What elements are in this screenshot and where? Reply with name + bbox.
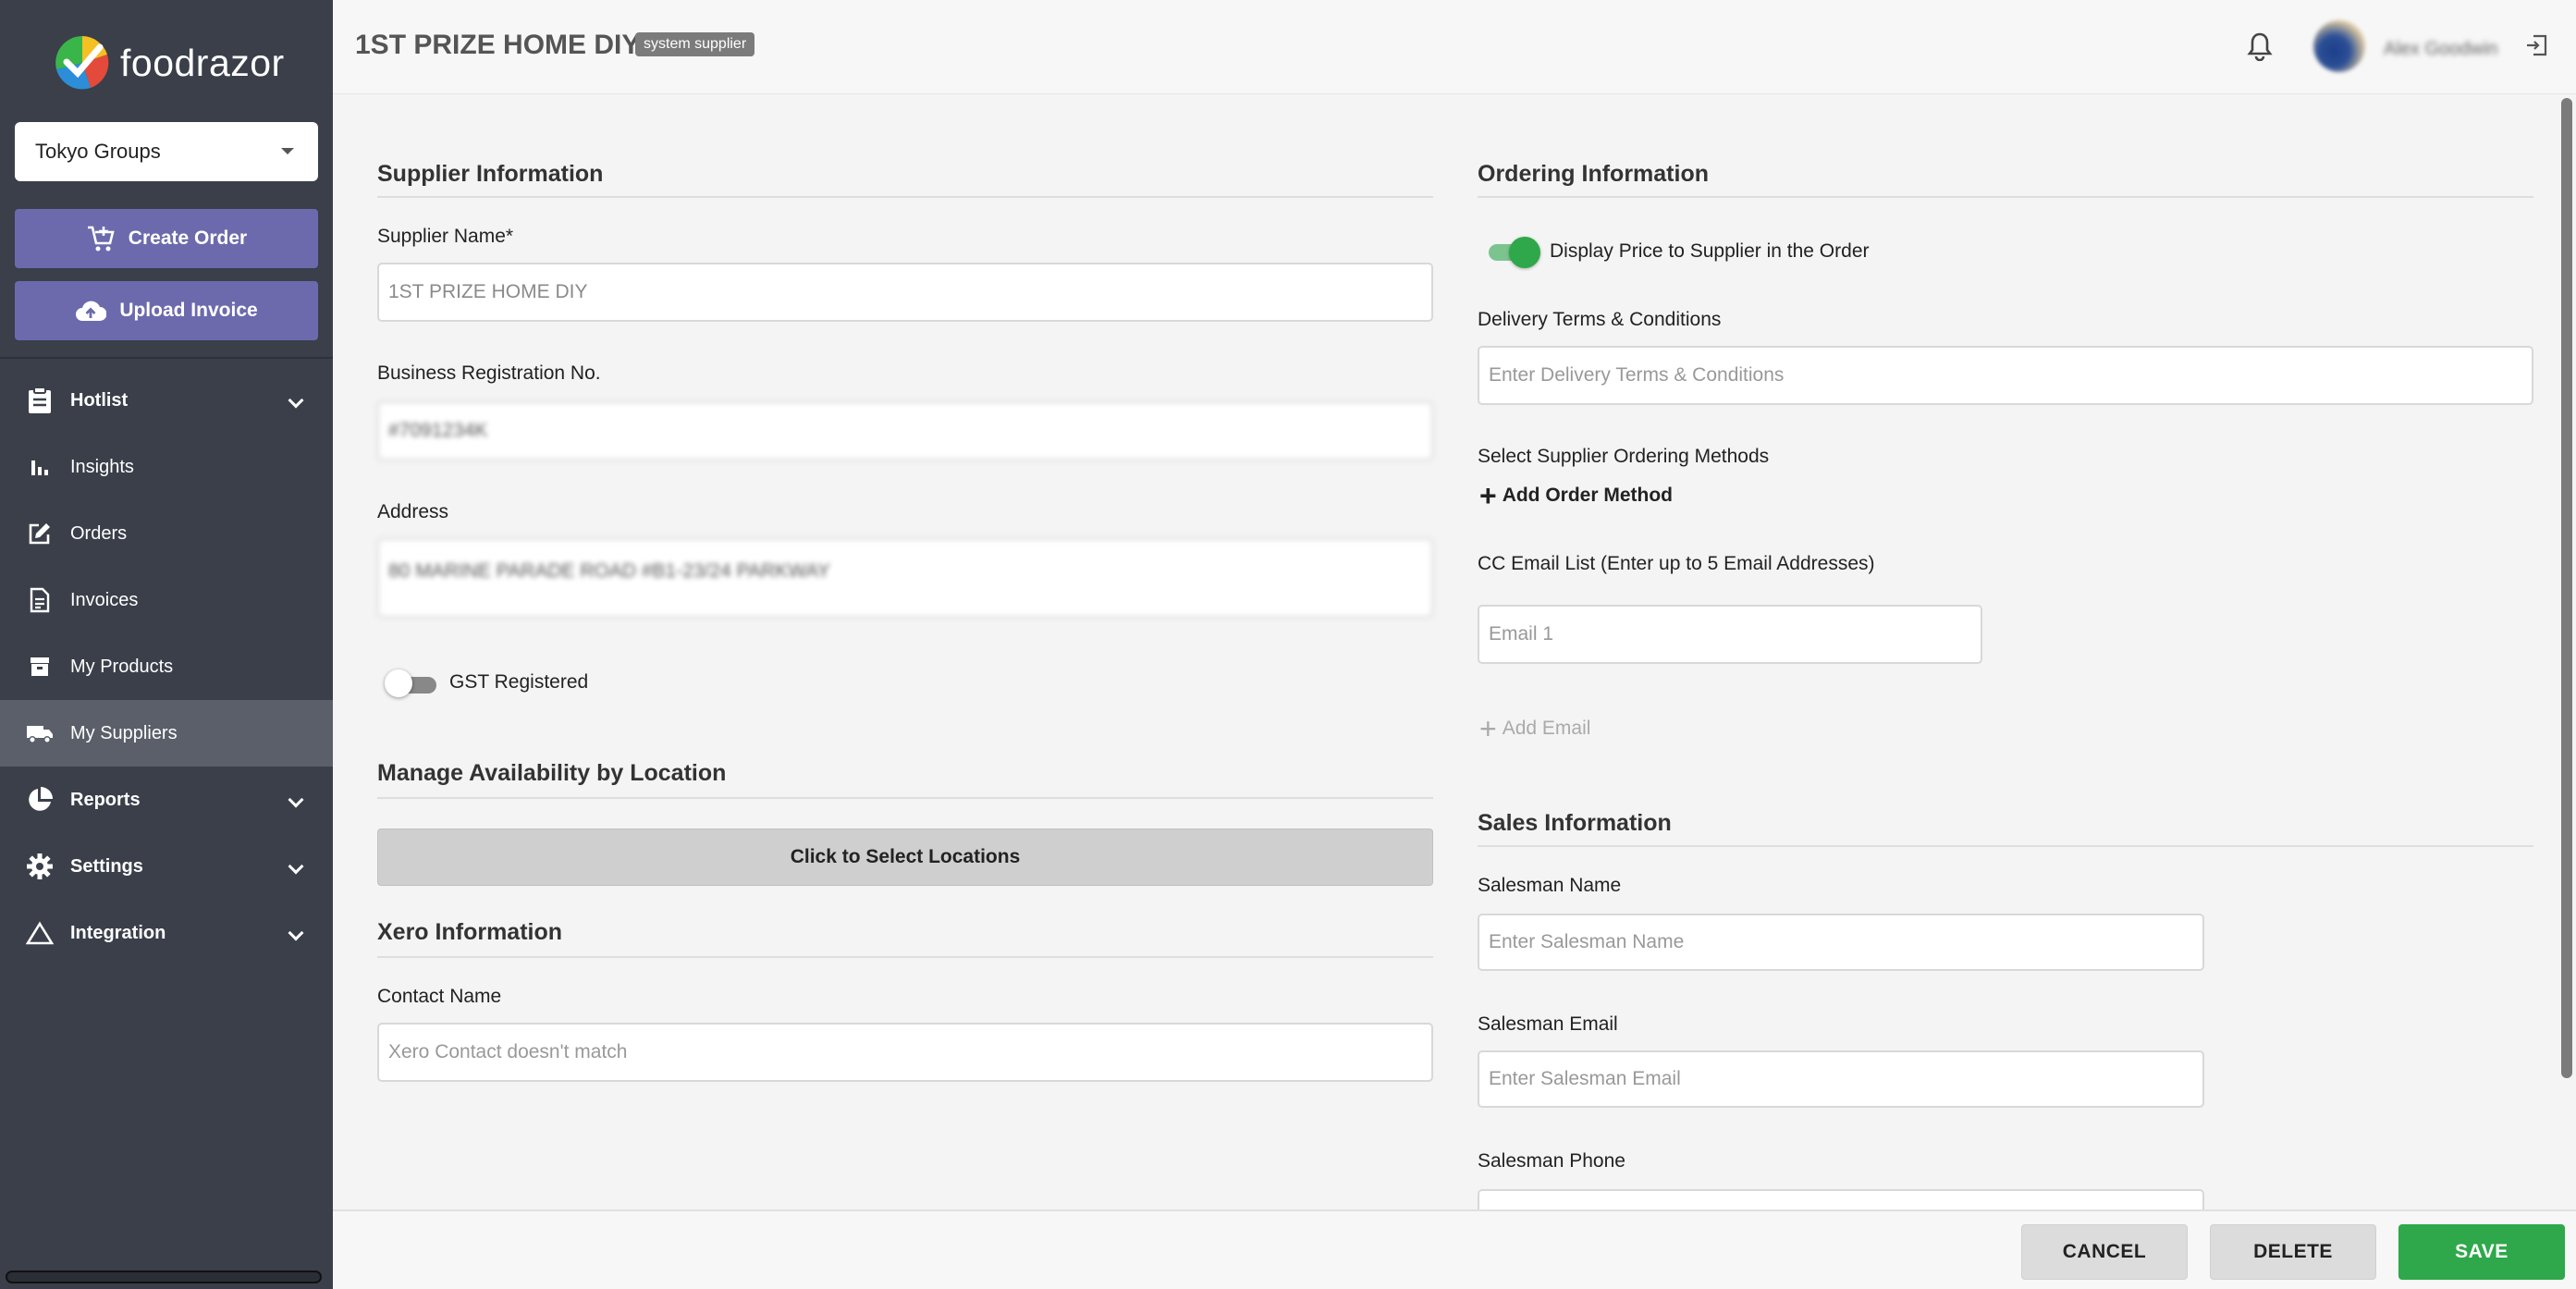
- sidebar-item-label: Orders: [70, 522, 128, 544]
- salesman-name-input[interactable]: Enter Salesman Name: [1478, 914, 2204, 971]
- ordering-methods-label: Select Supplier Ordering Methods: [1478, 446, 1770, 467]
- section-divider: [377, 797, 1433, 799]
- sidebar-item-label: Settings: [70, 855, 143, 877]
- sidebar-item-label: My Suppliers: [70, 722, 178, 743]
- sidebar-item-reports[interactable]: Reports: [0, 767, 333, 833]
- salesman-email-input[interactable]: Enter Salesman Email: [1478, 1050, 2204, 1108]
- add-email-label: Add Email: [1502, 718, 1591, 739]
- create-order-button[interactable]: Create Order: [15, 209, 318, 268]
- sidebar-item-hotlist[interactable]: Hotlist: [0, 367, 333, 434]
- logout-icon[interactable]: [2524, 33, 2548, 62]
- box-icon: [24, 651, 55, 682]
- supplier-name-label: Supplier Name*: [377, 226, 514, 247]
- chevron-down-icon: [288, 792, 304, 808]
- salesman-name-label: Salesman Name: [1478, 875, 1622, 896]
- upload-invoice-label: Upload Invoice: [119, 300, 258, 321]
- sidebar-item-label: Reports: [70, 789, 141, 810]
- xero-information-title: Xero Information: [377, 919, 563, 945]
- bar-chart-icon: [24, 451, 55, 483]
- sidebar-item-my-suppliers[interactable]: My Suppliers: [0, 700, 333, 767]
- ordering-information-title: Ordering Information: [1478, 161, 1709, 187]
- select-locations-button[interactable]: Click to Select Locations: [377, 829, 1433, 886]
- salesman-phone-label: Salesman Phone: [1478, 1150, 1625, 1172]
- business-registration-label: Business Registration No.: [377, 362, 601, 384]
- add-email-button[interactable]: + Add Email: [1479, 714, 1590, 743]
- sidebar-scrollbar[interactable]: [6, 1271, 322, 1283]
- page-title: 1ST PRIZE HOME DIY: [355, 30, 641, 60]
- save-button[interactable]: SAVE: [2398, 1224, 2565, 1280]
- cc-email-label: CC Email List (Enter up to 5 Email Addre…: [1478, 553, 1875, 574]
- caret-down-icon: [281, 148, 294, 154]
- edit-icon: [24, 518, 55, 549]
- avatar[interactable]: [2313, 20, 2365, 72]
- upload-invoice-button[interactable]: Upload Invoice: [15, 281, 318, 340]
- logo[interactable]: foodrazor: [54, 33, 285, 92]
- gst-registered-toggle[interactable]: [385, 669, 436, 697]
- pie-chart-icon: [24, 784, 55, 816]
- sidebar-item-label: Integration: [70, 922, 166, 943]
- email-1-input[interactable]: Email 1: [1478, 605, 1982, 664]
- supplier-information-title: Supplier Information: [377, 161, 604, 187]
- delete-button[interactable]: DELETE: [2210, 1224, 2376, 1280]
- top-header: 1ST PRIZE HOME DIY system supplier Alex …: [333, 0, 2576, 94]
- address-label: Address: [377, 501, 449, 522]
- sidebar-item-label: Hotlist: [70, 389, 129, 411]
- sidebar-item-orders[interactable]: Orders: [0, 500, 333, 567]
- sidebar-item-label: My Products: [70, 656, 174, 677]
- business-registration-field[interactable]: #7091234K: [377, 401, 1433, 460]
- section-divider: [1478, 845, 2533, 847]
- sidebar-item-insights[interactable]: Insights: [0, 434, 333, 500]
- availability-title: Manage Availability by Location: [377, 760, 727, 786]
- brand-name: foodrazor: [120, 41, 285, 84]
- cloud-upload-icon: [76, 301, 107, 321]
- salesman-email-label: Salesman Email: [1478, 1013, 1618, 1035]
- chevron-down-icon: [288, 858, 304, 875]
- sales-information-title: Sales Information: [1478, 810, 1672, 836]
- section-divider: [1478, 196, 2533, 198]
- add-order-method-label: Add Order Method: [1502, 485, 1674, 506]
- display-price-label: Display Price to Supplier in the Order: [1550, 240, 1870, 262]
- chevron-down-icon: [288, 392, 304, 409]
- sidebar-item-label: Insights: [70, 456, 134, 477]
- sidebar-divider: [0, 357, 333, 359]
- sidebar-item-settings[interactable]: Settings: [0, 833, 333, 900]
- section-divider: [377, 956, 1433, 958]
- delivery-terms-input[interactable]: Enter Delivery Terms & Conditions: [1478, 346, 2533, 405]
- sidebar-item-label: Invoices: [70, 589, 139, 610]
- sidebar-item-my-products[interactable]: My Products: [0, 633, 333, 700]
- section-divider: [377, 196, 1433, 198]
- supplier-name-field[interactable]: 1ST PRIZE HOME DIY: [377, 263, 1433, 322]
- action-footer: CANCEL DELETE SAVE: [333, 1209, 2576, 1289]
- triangle-icon: [24, 917, 55, 949]
- sidebar-item-integration[interactable]: Integration: [0, 900, 333, 966]
- create-order-label: Create Order: [128, 227, 248, 249]
- plus-icon: +: [1479, 712, 1497, 745]
- clipboard-icon: [24, 385, 55, 416]
- user-name[interactable]: Alex Goodwin: [2384, 39, 2497, 60]
- truck-icon: [24, 718, 55, 749]
- main-content: Supplier Information Supplier Name* 1ST …: [333, 94, 2576, 1246]
- contact-name-label: Contact Name: [377, 986, 502, 1007]
- sidebar-item-invoices[interactable]: Invoices: [0, 567, 333, 633]
- plus-icon: +: [1479, 479, 1497, 512]
- xero-contact-field[interactable]: Xero Contact doesn't match: [377, 1023, 1433, 1082]
- address-field[interactable]: 80 MARINE PARADE ROAD #B1-23/24 PARKWAY: [377, 538, 1433, 618]
- status-badge: system supplier: [635, 32, 755, 56]
- gst-registered-label: GST Registered: [449, 671, 589, 693]
- organization-select[interactable]: Tokyo Groups: [15, 122, 318, 181]
- cart-plus-icon: [87, 226, 115, 252]
- content-scrollbar[interactable]: [2561, 98, 2572, 1078]
- add-order-method-button[interactable]: + Add Order Method: [1479, 481, 1673, 510]
- gear-icon: [24, 851, 55, 882]
- foodrazor-logo-icon: [54, 34, 111, 92]
- cancel-button[interactable]: CANCEL: [2021, 1224, 2188, 1280]
- sidebar: foodrazor Tokyo Groups Create Order Uplo…: [0, 0, 333, 1289]
- delivery-terms-label: Delivery Terms & Conditions: [1478, 309, 1722, 330]
- bell-icon[interactable]: [2247, 31, 2273, 66]
- display-price-toggle[interactable]: [1489, 237, 1540, 268]
- organization-select-value: Tokyo Groups: [35, 140, 161, 163]
- chevron-down-icon: [288, 925, 304, 941]
- invoice-icon: [24, 584, 55, 616]
